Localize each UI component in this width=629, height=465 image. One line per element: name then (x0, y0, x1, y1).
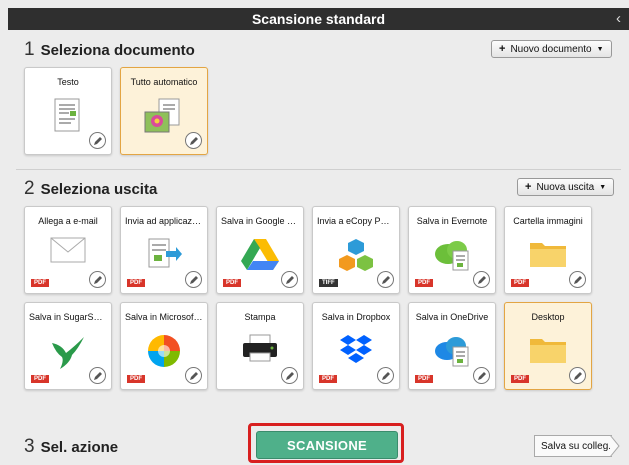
tile-label: Invia ad applicazio... (125, 216, 203, 226)
section-number: 3 (24, 436, 35, 457)
document-tile[interactable]: Testo (24, 67, 112, 155)
evernote-cloud-icon (433, 237, 471, 278)
edit-pencil-icon[interactable] (89, 271, 106, 288)
edit-pencil-icon[interactable] (281, 367, 298, 384)
new-document-label: Nuovo documento (510, 43, 592, 55)
envelope-icon (50, 237, 86, 268)
section-select-output-heading: 2 Seleziona uscita (24, 178, 157, 200)
plus-icon: + (499, 43, 506, 55)
sugarsync-bird-icon (48, 333, 88, 376)
edit-pencil-icon[interactable] (185, 271, 202, 288)
output-tile[interactable]: Salva in SugarSync PDF (24, 302, 112, 390)
title-bar: Scansione standard ‹ (8, 8, 629, 30)
edit-pencil-icon[interactable] (89, 367, 106, 384)
tile-label: Allega a e-mail (38, 216, 98, 226)
new-output-label: Nuova uscita (536, 181, 595, 193)
folder-icon (528, 237, 568, 274)
format-badge: PDF (223, 279, 241, 287)
new-output-button[interactable]: + Nuova uscita ▼ (517, 178, 615, 196)
onedrive-cloud-icon (433, 333, 471, 374)
format-badge: PDF (319, 375, 337, 383)
section-title: Seleziona documento (40, 42, 195, 59)
format-badge: PDF (127, 375, 145, 383)
format-badge: PDF (31, 279, 49, 287)
output-tile[interactable]: Salva in Dropbox PDF (312, 302, 400, 390)
edit-pencil-icon[interactable] (185, 367, 202, 384)
output-tile[interactable]: Salva in Evernote PDF (408, 206, 496, 294)
edit-pencil-icon[interactable] (473, 367, 490, 384)
format-badge: PDF (415, 279, 433, 287)
folder-icon (528, 333, 568, 370)
format-badge: TIFF (319, 279, 338, 287)
section-title: Seleziona uscita (40, 181, 158, 198)
tile-label: Salva in SugarSync (29, 312, 107, 322)
plus-icon: + (525, 181, 532, 193)
format-badge: PDF (127, 279, 145, 287)
tile-label: Invia a eCopy PDF ... (317, 216, 395, 226)
section-select-action-heading: 3 Sel. azione (24, 436, 118, 458)
edit-pencil-icon[interactable] (377, 271, 394, 288)
google-drive-icon (240, 237, 280, 276)
edit-pencil-icon[interactable] (89, 132, 106, 149)
edit-pencil-icon[interactable] (569, 271, 586, 288)
edit-pencil-icon[interactable] (377, 367, 394, 384)
caret-down-icon: ▼ (596, 45, 604, 53)
text-document-icon (53, 98, 83, 139)
edit-pencil-icon[interactable] (473, 271, 490, 288)
send-to-app-icon (146, 237, 182, 278)
format-badge: PDF (511, 375, 529, 383)
ecopy-icon (337, 237, 375, 280)
edit-pencil-icon[interactable] (185, 132, 202, 149)
microsoft-ball-icon (146, 333, 182, 374)
section-title: Sel. azione (40, 439, 119, 456)
dropbox-icon (339, 333, 373, 370)
output-tile[interactable]: Desktop PDF (504, 302, 592, 390)
new-document-button[interactable]: + Nuovo documento ▼ (491, 40, 612, 58)
output-tile[interactable]: Invia ad applicazio... PDF (120, 206, 208, 294)
format-badge: PDF (415, 375, 433, 383)
tile-label: Salva in OneDrive (415, 312, 489, 322)
section-number: 1 (24, 39, 35, 60)
tile-label: Tutto automatico (130, 77, 198, 87)
format-badge: PDF (511, 279, 529, 287)
document-tile[interactable]: Tutto automatico (120, 67, 208, 155)
tile-label: Desktop (531, 312, 565, 322)
format-badge: PDF (31, 375, 49, 383)
printer-icon (241, 333, 279, 368)
tile-label: Stampa (244, 312, 276, 322)
output-tile[interactable]: Stampa (216, 302, 304, 390)
output-tile[interactable]: Salva in OneDrive PDF (408, 302, 496, 390)
output-tile[interactable]: Salva in Google Dri... PDF (216, 206, 304, 294)
arrow-right-icon (610, 435, 620, 457)
tile-label: Salva in Microsoft ... (125, 312, 203, 322)
tile-label: Cartella immagini (513, 216, 583, 226)
edit-pencil-icon[interactable] (569, 367, 586, 384)
output-tile[interactable]: Salva in Microsoft ... PDF (120, 302, 208, 390)
output-tile[interactable]: Cartella immagini PDF (504, 206, 592, 294)
output-tile[interactable]: Allega a e-mail PDF (24, 206, 112, 294)
output-tile[interactable]: Invia a eCopy PDF ... TIFF (312, 206, 400, 294)
save-to-link-button[interactable]: Salva su colleg. (534, 435, 612, 457)
section-divider (16, 169, 621, 170)
photo-document-icon (143, 98, 185, 141)
section-select-document-heading: 1 Seleziona documento (24, 39, 195, 61)
tile-label: Testo (57, 77, 79, 87)
tile-label: Salva in Google Dri... (221, 216, 299, 226)
scan-button[interactable]: SCANSIONE (256, 431, 398, 459)
tile-label: Salva in Evernote (416, 216, 488, 226)
section-number: 2 (24, 178, 35, 199)
tile-label: Salva in Dropbox (321, 312, 391, 322)
edit-pencil-icon[interactable] (281, 271, 298, 288)
window-title: Scansione standard (251, 11, 386, 27)
back-chevron-icon[interactable]: ‹ (616, 10, 621, 27)
caret-down-icon: ▼ (599, 183, 607, 191)
